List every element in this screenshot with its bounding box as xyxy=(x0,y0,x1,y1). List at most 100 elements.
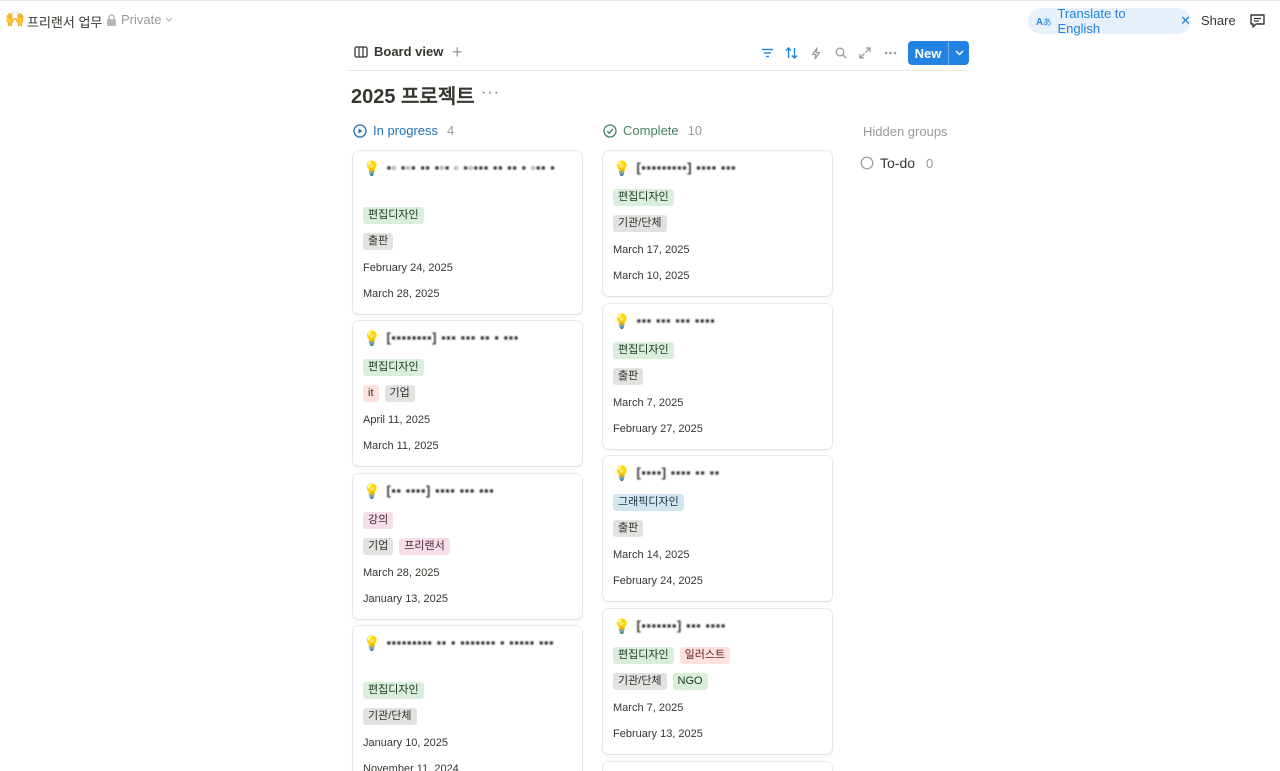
tag: 편집디자인 xyxy=(613,342,674,359)
tag: 기관/단체 xyxy=(613,215,667,232)
board-card[interactable]: 💡 ▪▫ ▪▫▪ ▪▪ ▪▫▪ ▫ ▪▫▪▪▪ ▪▪ ▪▪ ▪ ▫▪▪ ▪ 편집디… xyxy=(353,151,582,314)
filter-icon[interactable] xyxy=(759,45,775,61)
group-count: 0 xyxy=(926,155,934,171)
tag: NGO xyxy=(672,673,708,690)
tag: 기관/단체 xyxy=(613,673,667,690)
breadcrumb-page-title[interactable]: 프리랜서 업무 xyxy=(27,12,102,31)
close-icon[interactable]: ✕ xyxy=(1180,13,1191,29)
automation-icon[interactable] xyxy=(808,45,824,61)
card-date: January 10, 2025 xyxy=(363,737,449,749)
board-card[interactable] xyxy=(603,762,832,771)
board-card[interactable]: 💡 [▪▪▪▪▪▪▪] ▪▪▪ ▪▪▪▪ 편집디자인 일러스트 기관/단체 NGO M… xyxy=(603,609,832,754)
lightbulb-icon: 💡 xyxy=(613,160,631,176)
privacy-selector[interactable]: Private xyxy=(106,12,173,27)
privacy-label: Private xyxy=(121,12,162,27)
card-title: ▪▪▪ ▪▪▪ ▪▪▪ ▪▪▪▪ xyxy=(636,313,716,328)
card-date: February 24, 2025 xyxy=(363,262,453,274)
card-date: March 14, 2025 xyxy=(613,549,690,561)
card-date: March 28, 2025 xyxy=(363,288,440,300)
chevron-down-icon xyxy=(166,17,173,22)
search-icon[interactable] xyxy=(833,45,849,61)
hidden-group-todo[interactable]: To-do 0 xyxy=(860,155,933,171)
card-date: March 7, 2025 xyxy=(613,702,684,714)
new-button[interactable]: New xyxy=(908,41,969,65)
add-view-icon[interactable]: + xyxy=(452,42,463,62)
card-date: March 10, 2025 xyxy=(613,270,690,282)
card-title: ▪▪▪▪▪▪▪▪▪ ▪▪ ▪ ▪▪▪▪▪▪▪ ▪ ▪▪▪▪▪ ▪▪▪ xyxy=(386,635,555,650)
translate-icon: Aあ xyxy=(1036,17,1052,27)
chevron-down-icon[interactable] xyxy=(949,50,969,56)
new-button-label: New xyxy=(914,45,942,61)
tag: 편집디자인 xyxy=(363,207,424,224)
in-progress-icon xyxy=(353,123,367,138)
card-title: [▪▪▪▪▪▪▪▪] ▪▪▪ ▪▪▪ ▪▪ ▪ ▪▪▪ xyxy=(386,330,519,345)
tag: 편집디자인 xyxy=(613,647,674,664)
card-title: [▪▪▪▪▪▪▪] ▪▪▪ ▪▪▪▪ xyxy=(636,618,726,633)
tag: 프리랜서 xyxy=(399,538,450,555)
more-options-icon[interactable] xyxy=(882,45,898,61)
card-date: March 28, 2025 xyxy=(363,567,440,579)
card-date: March 17, 2025 xyxy=(613,244,690,256)
card-title: [▪▪ ▪▪▪▪] ▪▪▪▪ ▪▪▪ ▪▪▪ xyxy=(386,483,495,498)
translate-label: Translate to English xyxy=(1057,6,1126,36)
translate-button[interactable]: Aあ Translate to English ✕ xyxy=(1028,6,1191,36)
tag: 출판 xyxy=(613,368,644,385)
tag: 강의 xyxy=(363,512,394,529)
todo-status-icon xyxy=(860,156,874,170)
view-toolbar: Board view + New xyxy=(348,40,969,71)
board-icon xyxy=(354,45,368,58)
comment-icon[interactable] xyxy=(1249,13,1266,29)
tab-board-view[interactable]: Board view xyxy=(354,44,443,59)
board-card[interactable]: 💡 [▪▪ ▪▪▪▪] ▪▪▪▪ ▪▪▪ ▪▪▪ 강의 기업 프리랜서 March … xyxy=(353,474,582,619)
page-title[interactable]: 2025 프로젝트 xyxy=(351,80,475,109)
column-count: 10 xyxy=(687,123,703,138)
tag: 편집디자인 xyxy=(613,189,674,206)
board-card[interactable]: 💡 ▪▪▪ ▪▪▪ ▪▪▪ ▪▪▪▪ 편집디자인 출판 March 7, 2025… xyxy=(603,304,832,449)
lightbulb-icon: 💡 xyxy=(363,483,381,499)
card-date: February 13, 2025 xyxy=(613,728,703,740)
card-date: April 11, 2025 xyxy=(363,414,431,426)
expand-icon[interactable] xyxy=(857,45,873,61)
tag: 그래픽디자인 xyxy=(613,494,684,511)
share-button[interactable]: Share xyxy=(1201,13,1236,28)
page-emoji-icon[interactable]: 🙌 xyxy=(5,10,25,30)
column-header-complete[interactable]: Complete 10 xyxy=(603,123,702,138)
card-date: February 27, 2025 xyxy=(613,423,703,435)
check-circle-icon xyxy=(603,123,617,138)
lightbulb-icon: 💡 xyxy=(363,330,381,346)
group-name: To-do xyxy=(880,155,916,171)
column-name: In progress xyxy=(373,123,439,138)
card-date: March 11, 2025 xyxy=(363,440,439,452)
tag: 기업 xyxy=(363,538,394,555)
board-card[interactable]: 💡 ▪▪▪▪▪▪▪▪▪ ▪▪ ▪ ▪▪▪▪▪▪▪ ▪ ▪▪▪▪▪ ▪▪▪ 편집디자… xyxy=(353,626,582,771)
svg-text:あ: あ xyxy=(1043,17,1052,27)
card-title: [▪▪▪▪] ▪▪▪▪ ▪▪ ▪▪ xyxy=(636,465,720,480)
board-card[interactable]: 💡 [▪▪▪▪▪▪▪▪▪] ▪▪▪▪ ▪▪▪ 편집디자인 기관/단체 March … xyxy=(603,151,832,296)
lock-icon xyxy=(107,13,116,26)
lightbulb-icon: 💡 xyxy=(613,313,631,329)
tag: 일러스트 xyxy=(679,647,731,664)
tag: 출판 xyxy=(363,233,394,250)
card-date: January 13, 2025 xyxy=(363,593,449,605)
column-name: Complete xyxy=(623,123,679,138)
board-card[interactable]: 💡 [▪▪▪▪▪▪▪▪] ▪▪▪ ▪▪▪ ▪▪ ▪ ▪▪▪ 편집디자인 it 기업 … xyxy=(353,321,582,466)
tag: 기관/단체 xyxy=(363,708,417,725)
sort-icon[interactable] xyxy=(783,45,799,61)
view-name: Board view xyxy=(374,44,444,59)
lightbulb-icon: 💡 xyxy=(613,618,631,634)
tag: it xyxy=(363,385,379,402)
card-title: [▪▪▪▪▪▪▪▪▪] ▪▪▪▪ ▪▪▪ xyxy=(636,160,737,175)
tag: 출판 xyxy=(613,520,644,537)
more-options-icon[interactable]: ··· xyxy=(481,84,500,102)
top-bar: 🙌 프리랜서 업무 Private Aあ Translate to Englis… xyxy=(0,0,1280,40)
tag: 편집디자인 xyxy=(363,682,424,699)
card-date: November 11, 2024 xyxy=(363,763,459,771)
lightbulb-icon: 💡 xyxy=(613,465,631,481)
board-card[interactable]: 💡 [▪▪▪▪] ▪▪▪▪ ▪▪ ▪▪ 그래픽디자인 출판 March 14, 2… xyxy=(603,456,832,601)
hidden-groups-heading: Hidden groups xyxy=(863,124,948,139)
tag: 편집디자인 xyxy=(363,359,424,376)
lightbulb-icon: 💡 xyxy=(363,635,381,651)
column-header-in-progress[interactable]: In progress 4 xyxy=(353,123,454,138)
tag: 기업 xyxy=(384,385,415,402)
card-date: February 24, 2025 xyxy=(613,575,703,587)
